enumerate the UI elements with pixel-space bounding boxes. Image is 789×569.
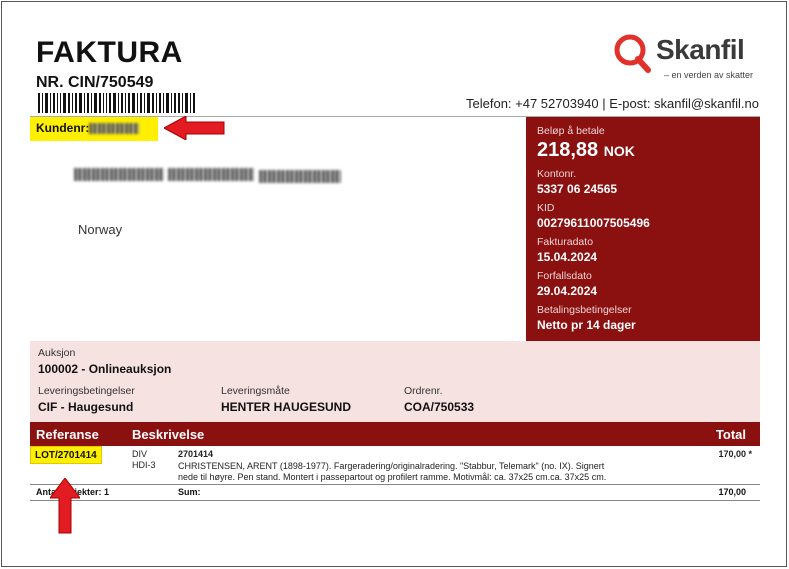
invoice-number: NR. CIN/750549 [36,74,154,91]
row-description-line2: nede til høyre. Pen stand. Montert i pas… [178,472,607,482]
delivery-terms-label: Leveringsbetingelser [38,385,135,397]
delivery-method-label: Leveringsmåte [221,385,290,397]
payment-terms: Netto pr 14 dager [537,318,636,332]
account-number: 5337 06 24565 [537,182,618,196]
row-code: 2701414 [178,449,214,459]
customer-country: Norway [78,222,123,237]
row-type: DIV [132,449,148,459]
auction-info: Auksjon 100002 - Onlineauksjon Leverings… [30,341,760,422]
due-date-label: Forfallsdato [537,270,592,282]
divider [30,484,760,485]
customer-number-label: Kundenr: [36,121,90,135]
auction-label: Auksjon [38,347,76,359]
row-total: 170,00 * [718,449,752,459]
contact-info: Telefon: +47 52703940 | E-post: skanfil@… [466,96,760,111]
amount-due: 218,88 NOK [537,139,635,161]
auction-value: 100002 - Onlineauksjon [38,362,172,376]
col-reference: Referanse [36,427,99,442]
table-row: DIV HDI-3 2701414 CHRISTENSEN, ARENT (18… [30,446,760,484]
kid-label: KID [537,202,555,214]
redacted-address [74,168,341,188]
kid-number: 00279611007505496 [537,216,650,230]
row-description-line1: CHRISTENSEN, ARENT (1898-1977). Fargerad… [178,461,605,471]
customer-number-highlight: Kundenr: [30,117,158,141]
col-description: Beskrivelse [132,427,205,442]
annotation-arrow-left-icon [164,116,225,140]
col-total: Total [715,427,746,442]
amount-label: Beløp å betale [537,125,605,137]
redacted-customer-number [89,123,140,135]
account-label: Kontonr. [537,168,577,180]
order-number: COA/750533 [404,400,475,414]
sum-value: 170,00 [718,487,746,497]
brand-tagline: – en verden av skatter [664,70,754,80]
delivery-terms: CIF - Haugesund [38,400,134,414]
invoice-date-label: Fakturadato [537,236,594,248]
divider [30,500,760,501]
annotation-arrow-up-icon [50,478,80,534]
order-label: Ordrenr. [404,385,443,397]
invoice-date: 15.04.2024 [537,250,598,264]
table-header: Referanse Beskrivelse Total [30,422,760,446]
invoice-title: FAKTURA [36,36,183,69]
lot-reference: LOT/2701414 [30,446,102,464]
due-date: 29.04.2024 [537,284,598,298]
terms-label: Betalingsbetingelser [537,304,632,316]
brand-name: Skanfil [656,34,745,65]
delivery-method: HENTER HAUGESUND [221,400,352,414]
sum-label: Sum: [178,487,201,497]
table-footer: Antall objekter: 1 Sum: 170,00 [30,486,760,500]
payment-panel: Beløp å betale 218,88 NOK Kontonr. 5337 … [526,117,760,341]
barcode [38,93,220,113]
row-subtype: HDI-3 [132,460,156,470]
